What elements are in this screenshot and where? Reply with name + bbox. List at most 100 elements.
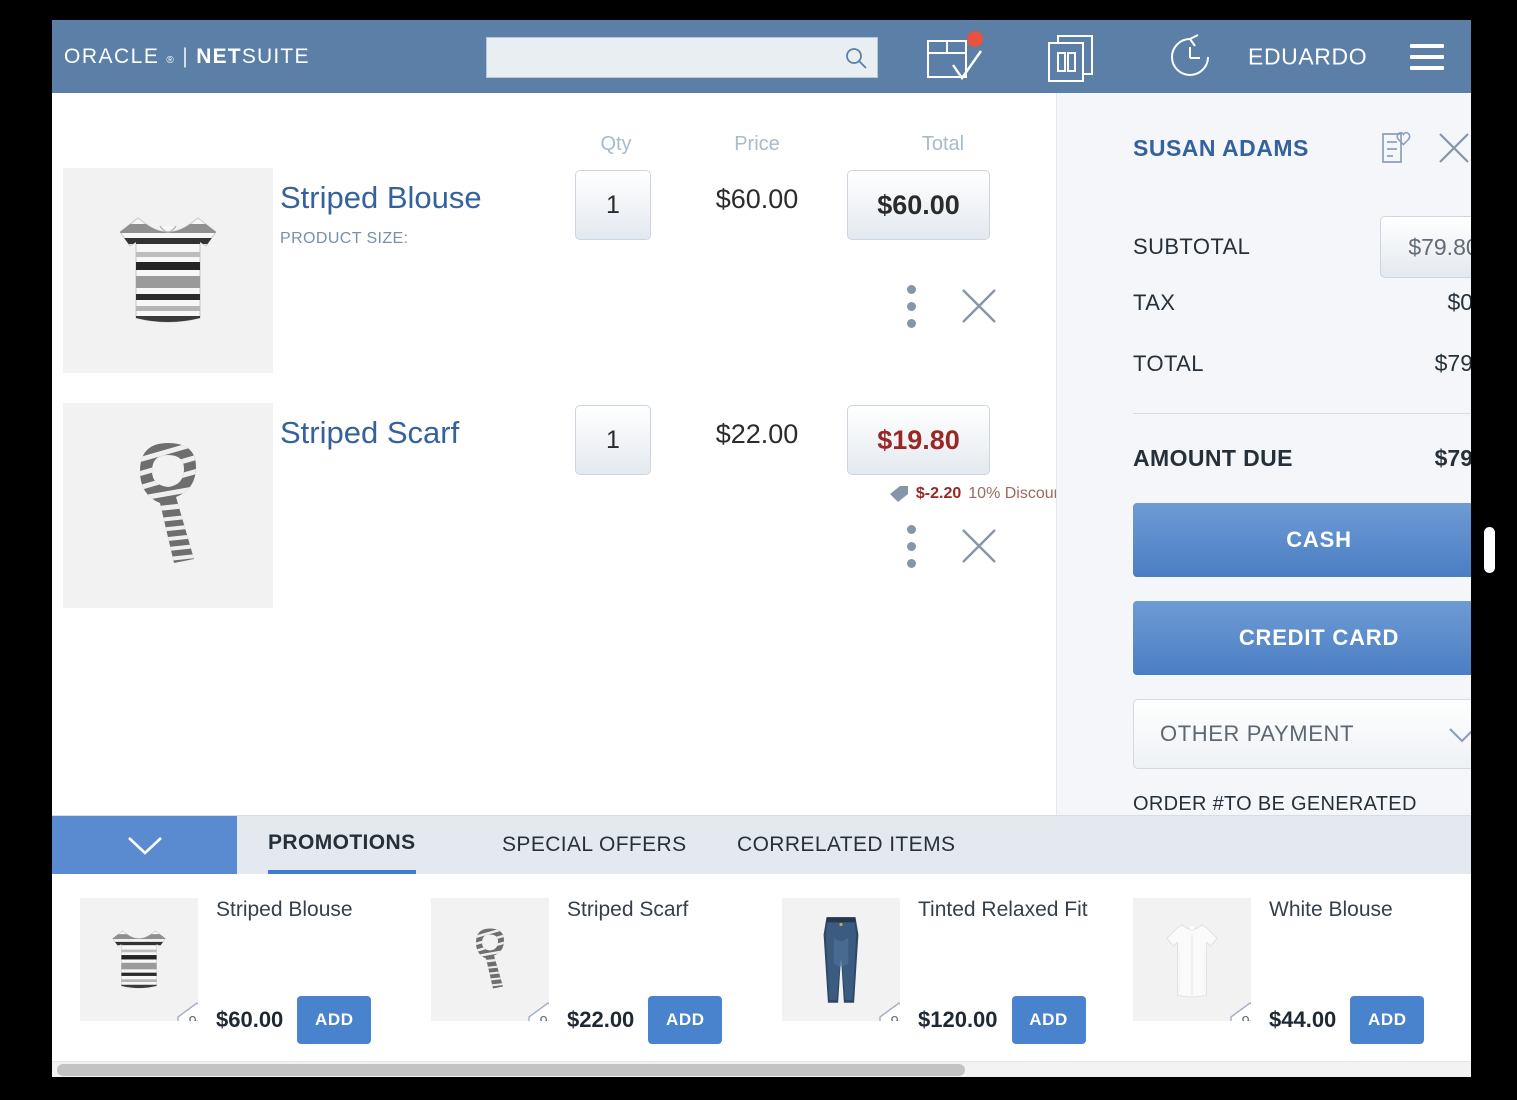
search-icon[interactable] xyxy=(844,46,868,70)
add-to-cart-button[interactable]: ADD xyxy=(648,996,723,1044)
pos-application-window: ORACLE ® | NETSUITE EDUARDO Qty Price To… xyxy=(52,20,1471,1077)
collapse-drawer-button[interactable] xyxy=(52,816,237,874)
customer-notes-heart-icon[interactable] xyxy=(1378,129,1416,167)
striped-blouse-thumb: 9+ xyxy=(80,898,198,1021)
tab-promotions[interactable]: PROMOTIONS xyxy=(268,816,416,874)
column-header-qty: Qty xyxy=(600,133,632,155)
promo-info: Striped Blouse $60.00 ADD xyxy=(216,898,403,1048)
cart-item-total[interactable]: $19.80 xyxy=(847,405,990,475)
summary-row-subtotal: SUBTOTAL $79.80 xyxy=(1133,216,1471,278)
search-bar xyxy=(486,37,878,78)
promotions-product-strip: 9+ Striped Blouse $60.00 ADD xyxy=(52,874,1471,1077)
hold-transaction-icon[interactable] xyxy=(1046,32,1096,82)
stock-badge-label: 9+ xyxy=(174,1013,198,1021)
promo-card[interactable]: 9+ White Blouse $44.00 ADD xyxy=(1105,874,1456,1077)
cart-row: Striped Scarf 1 $22.00 $19.80 $-2.20 10%… xyxy=(52,403,1067,633)
tax-label: TAX xyxy=(1133,289,1176,315)
horizontal-scrollbar-thumb[interactable] xyxy=(57,1064,965,1076)
promo-product-name: Tinted Relaxed Fit xyxy=(918,898,1088,921)
stock-badge: 9+ xyxy=(525,999,549,1021)
logo-separator: | xyxy=(182,44,190,68)
logo-suite-text: SUITE xyxy=(241,44,310,68)
add-to-cart-button[interactable]: ADD xyxy=(297,996,372,1044)
vertical-scrollbar-thumb[interactable] xyxy=(1484,527,1495,573)
stock-badge-label: 9+ xyxy=(1227,1013,1251,1021)
logo-trademark: ® xyxy=(166,54,176,66)
cart-item-qty[interactable]: 1 xyxy=(575,405,651,475)
column-header-total: Total xyxy=(921,133,965,155)
row-options-icon[interactable] xyxy=(907,524,917,568)
cash-payment-button[interactable]: CASH xyxy=(1133,503,1471,577)
promo-product-name: Striped Scarf xyxy=(567,898,689,921)
summary-row-tax: TAX $0.00 xyxy=(1133,289,1471,316)
promo-product-price: $60.00 xyxy=(216,1007,284,1032)
striped-scarf-thumb: 9+ xyxy=(431,898,549,1021)
subtotal-value[interactable]: $79.80 xyxy=(1380,216,1471,278)
tab-correlated-items[interactable]: CORRELATED ITEMS xyxy=(737,816,955,874)
promo-product-name: Striped Blouse xyxy=(216,898,353,921)
cart-item-price: $22.00 xyxy=(715,419,799,449)
promo-product-price: $44.00 xyxy=(1269,1007,1337,1032)
order-number-label: ORDER #TO BE GENERATED xyxy=(1133,793,1417,815)
total-label: TOTAL xyxy=(1133,350,1204,376)
credit-card-payment-button[interactable]: CREDIT CARD xyxy=(1133,601,1471,675)
promo-bottom-row: $22.00 ADD xyxy=(567,996,723,1044)
cart-item-qty[interactable]: 1 xyxy=(575,170,651,240)
promo-card[interactable]: 9+ Striped Blouse $60.00 ADD xyxy=(52,874,403,1077)
promo-card[interactable]: 9+ Tinted Relaxed Fit $120.00 ADD xyxy=(754,874,1105,1077)
device-frame: ORACLE ® | NETSUITE EDUARDO Qty Price To… xyxy=(0,0,1517,1100)
package-check-icon[interactable] xyxy=(925,29,987,85)
cart-item-attribute: PRODUCT SIZE: xyxy=(280,230,409,247)
subtotal-label: SUBTOTAL xyxy=(1133,234,1251,259)
promo-product-name: White Blouse xyxy=(1269,898,1393,921)
search-input[interactable] xyxy=(486,37,878,78)
white-blouse-thumb: 9+ xyxy=(1133,898,1251,1021)
discount-tag-icon xyxy=(889,485,909,503)
promo-info: Striped Scarf $22.00 ADD xyxy=(567,898,754,1048)
promo-bottom-row: $44.00 ADD xyxy=(1269,996,1425,1044)
hamburger-menu-icon[interactable] xyxy=(1410,43,1444,70)
stock-badge: 9+ xyxy=(876,999,900,1021)
promo-bottom-row: $60.00 ADD xyxy=(216,996,372,1044)
add-to-cart-button[interactable]: ADD xyxy=(1011,996,1086,1044)
stock-badge-label: 9+ xyxy=(525,1013,549,1021)
stock-badge-label: 9+ xyxy=(876,1013,900,1021)
promo-bottom-row: $120.00 ADD xyxy=(918,996,1086,1044)
cart-row-actions xyxy=(907,281,1067,331)
amount-due-value: $79.80 xyxy=(1434,445,1471,471)
cart-item-name[interactable]: Striped Blouse xyxy=(280,180,482,216)
drawer-tab-bar: PROMOTIONS SPECIAL OFFERS CORRELATED ITE… xyxy=(52,816,1471,874)
customer-name[interactable]: SUSAN ADAMS xyxy=(1133,135,1309,162)
tab-special-offers[interactable]: SPECIAL OFFERS xyxy=(502,816,687,874)
other-payment-dropdown[interactable]: OTHER PAYMENT xyxy=(1133,699,1471,769)
summary-row-amount-due: AMOUNT DUE $79.80 xyxy=(1133,445,1471,472)
chevron-down-icon xyxy=(1446,724,1471,746)
cart-row-actions xyxy=(907,521,1067,571)
horizontal-scrollbar[interactable] xyxy=(52,1061,1471,1077)
close-customer-icon[interactable] xyxy=(1435,129,1471,167)
stock-badge: 9+ xyxy=(174,999,198,1021)
promo-card[interactable]: 9+ Striped Scarf $22.00 ADD xyxy=(403,874,754,1077)
tax-value: $0.00 xyxy=(1447,289,1471,315)
summary-divider xyxy=(1133,413,1471,414)
cart-item-total[interactable]: $60.00 xyxy=(847,170,990,240)
cart-row: Striped Blouse PRODUCT SIZE: 1 $60.00 $6… xyxy=(52,168,1056,393)
history-clock-icon[interactable] xyxy=(1164,31,1216,83)
order-number-row: ORDER #TO BE GENERATED ED xyxy=(1133,793,1471,816)
amount-due-label: AMOUNT DUE xyxy=(1133,445,1293,471)
logo-net-text: NET xyxy=(196,44,242,68)
total-value: $79.80 xyxy=(1434,350,1471,376)
cart-column-headers: Qty Price Total xyxy=(52,133,1056,163)
striped-blouse-thumb xyxy=(63,168,273,373)
notification-badge xyxy=(967,30,983,47)
row-options-icon[interactable] xyxy=(907,284,917,328)
other-payment-label: OTHER PAYMENT xyxy=(1160,721,1354,746)
add-to-cart-button[interactable]: ADD xyxy=(1350,996,1425,1044)
cart-item-discount: $-2.20 10% Discount xyxy=(812,485,1067,503)
promo-product-price: $22.00 xyxy=(567,1007,635,1032)
current-user-label[interactable]: EDUARDO xyxy=(1248,43,1367,70)
remove-item-icon[interactable] xyxy=(957,524,1001,568)
remove-item-icon[interactable] xyxy=(957,284,1001,328)
cart-item-name[interactable]: Striped Scarf xyxy=(280,415,459,451)
app-header: ORACLE ® | NETSUITE EDUARDO xyxy=(52,20,1471,93)
